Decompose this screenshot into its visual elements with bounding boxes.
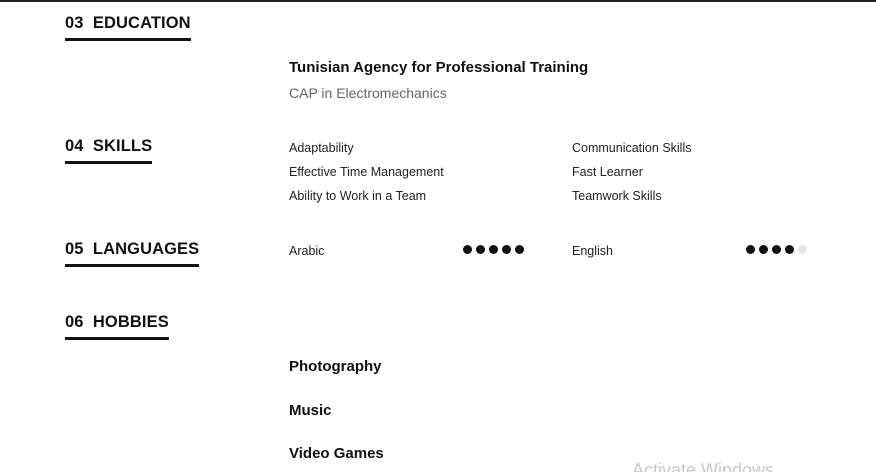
rating-dot-filled — [746, 245, 755, 254]
rating-dot-empty — [798, 245, 807, 254]
skill-item: Communication Skills — [572, 141, 692, 155]
skill-item: Fast Learner — [572, 165, 643, 179]
education-degree: CAP in Electromechanics — [289, 85, 447, 101]
hobby-item: Music — [289, 402, 332, 419]
rating-dot-filled — [759, 245, 768, 254]
hobby-item: Photography — [289, 358, 382, 375]
language-name-arabic: Arabic — [289, 244, 325, 258]
skill-item: Ability to Work in a Team — [289, 189, 427, 203]
education-institution: Tunisian Agency for Professional Trainin… — [289, 59, 589, 76]
rating-dot-filled — [785, 245, 794, 254]
rating-dot-filled — [463, 245, 472, 254]
skill-item: Adaptability — [289, 141, 354, 155]
hobby-item: Video Games — [289, 445, 384, 462]
resume-page: 03 EDUCATION Tunisian Agency for Profess… — [0, 0, 876, 472]
language-name-english: English — [572, 244, 613, 258]
languages-heading: 05 LANGUAGES — [65, 239, 200, 267]
skill-item: Teamwork Skills — [572, 189, 662, 203]
skill-item: Effective Time Management — [289, 165, 444, 179]
education-heading: 03 EDUCATION — [65, 13, 191, 41]
language-level-arabic — [463, 245, 524, 254]
rating-dot-filled — [476, 245, 485, 254]
rating-dot-filled — [502, 245, 511, 254]
rating-dot-filled — [489, 245, 498, 254]
language-level-english — [746, 245, 807, 254]
skills-heading: 04 SKILLS — [65, 136, 153, 164]
hobbies-heading: 06 HOBBIES — [65, 312, 169, 340]
rating-dot-filled — [772, 245, 781, 254]
rating-dot-filled — [515, 245, 524, 254]
activate-windows-watermark: Activate Windows — [632, 460, 775, 472]
